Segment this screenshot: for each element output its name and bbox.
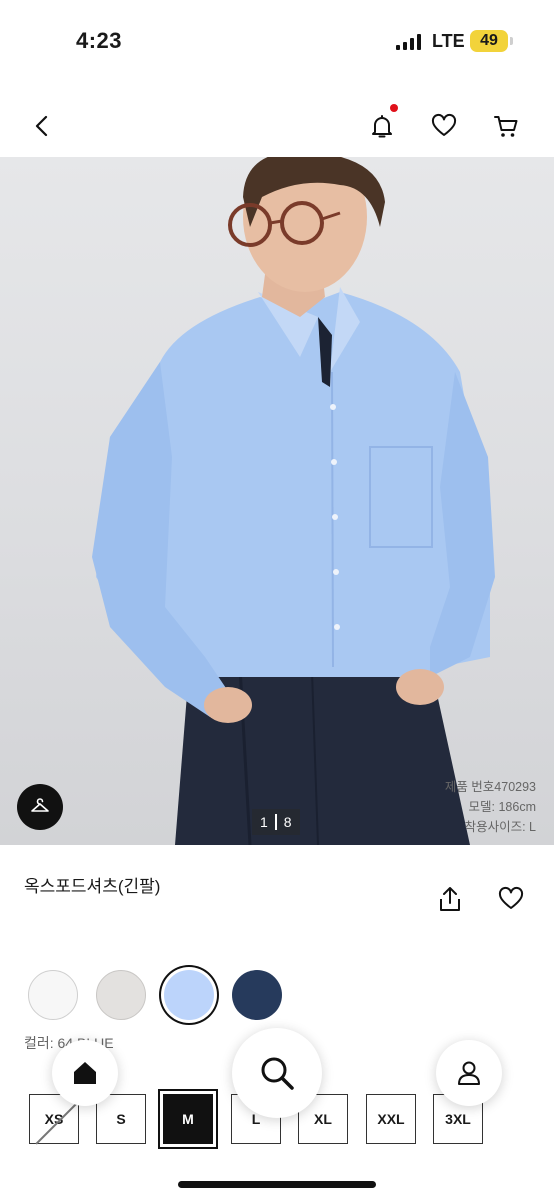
heart-icon bbox=[431, 113, 457, 136]
cart-button[interactable] bbox=[484, 96, 528, 156]
bell-icon bbox=[372, 115, 392, 138]
account-button[interactable] bbox=[436, 1040, 502, 1106]
cart-icon bbox=[494, 116, 518, 137]
try-on-button[interactable] bbox=[17, 784, 63, 830]
size-option-m[interactable]: M bbox=[163, 1094, 213, 1144]
product-image-gallery[interactable]: 1 8 제품 번호470293 모델: 186cm 착용사이즈: L bbox=[0, 157, 554, 845]
status-bar: 4:23 LTE 49 bbox=[0, 0, 554, 80]
pager-separator bbox=[274, 814, 277, 830]
status-time: 4:23 bbox=[76, 28, 123, 53]
product-number: 제품 번호470293 bbox=[444, 780, 536, 794]
model-size: 착용사이즈: L bbox=[464, 820, 536, 834]
pager-current: 1 bbox=[260, 814, 268, 830]
back-button[interactable] bbox=[20, 96, 64, 156]
search-button[interactable] bbox=[232, 1028, 322, 1118]
color-swatch-gray[interactable] bbox=[96, 970, 146, 1020]
model-info: 제품 번호470293 모델: 186cm 착용사이즈: L bbox=[445, 777, 536, 837]
color-swatch-white[interactable] bbox=[28, 970, 78, 1020]
product-name: 옥스포드셔츠(긴팔) bbox=[24, 877, 161, 896]
share-icon bbox=[440, 887, 460, 911]
search-icon bbox=[261, 1057, 294, 1090]
share-button[interactable] bbox=[434, 882, 466, 916]
model-height: 모델: 186cm bbox=[468, 800, 536, 814]
home-icon bbox=[74, 1062, 96, 1084]
signal-icon bbox=[396, 34, 421, 50]
home-indicator bbox=[178, 1181, 376, 1188]
image-pager: 1 8 bbox=[252, 809, 300, 835]
hanger-icon bbox=[31, 798, 49, 812]
home-button[interactable] bbox=[52, 1040, 118, 1106]
heart-icon bbox=[498, 886, 524, 909]
notification-button[interactable] bbox=[360, 96, 404, 156]
size-option-xxl[interactable]: XXL bbox=[366, 1094, 416, 1144]
color-swatch-blue[interactable] bbox=[164, 970, 214, 1020]
favorite-button[interactable] bbox=[494, 882, 528, 916]
pager-total: 8 bbox=[283, 814, 292, 830]
back-icon bbox=[35, 115, 48, 137]
user-icon bbox=[458, 1061, 480, 1085]
battery-cap bbox=[510, 37, 513, 45]
wishlist-button[interactable] bbox=[422, 96, 466, 156]
top-nav bbox=[0, 96, 554, 156]
product-photo bbox=[92, 157, 495, 845]
color-swatch-navy[interactable] bbox=[232, 970, 282, 1020]
size-option-s[interactable]: S bbox=[96, 1094, 146, 1144]
network-label: LTE bbox=[432, 31, 465, 51]
color-swatches bbox=[28, 970, 288, 1022]
battery-icon: 49 bbox=[470, 30, 508, 52]
notification-dot bbox=[390, 104, 398, 112]
